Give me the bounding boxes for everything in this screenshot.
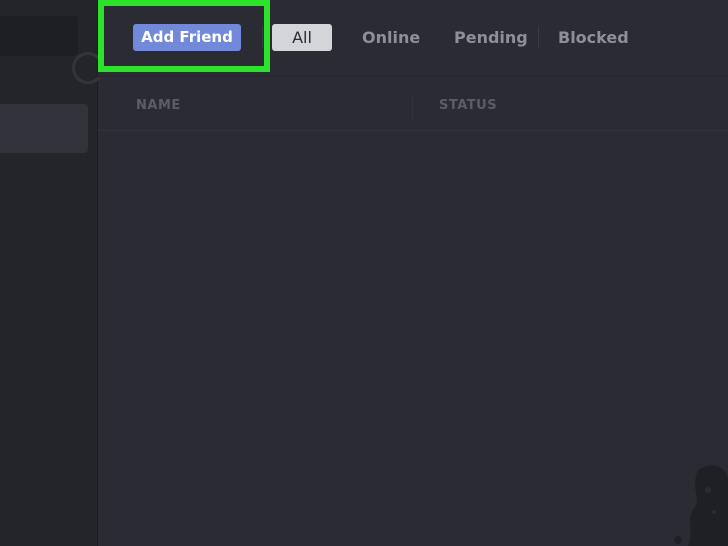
sidebar-search-field[interactable] (0, 16, 78, 56)
sidebar-item-selected[interactable] (0, 104, 88, 153)
table-header (98, 76, 728, 131)
decorative-illustration (674, 465, 728, 546)
tab-pending[interactable]: Pending (454, 24, 528, 51)
tab-divider (262, 26, 263, 48)
friends-window: Add Friend All Online Pending Blocked NA… (0, 0, 728, 546)
tab-online[interactable]: Online (362, 24, 420, 51)
column-divider[interactable] (412, 96, 413, 118)
column-header-name[interactable]: NAME (136, 98, 181, 113)
tab-blocked[interactable]: Blocked (558, 24, 629, 51)
annotation-highlight-box (98, 0, 270, 72)
tab-all[interactable]: All (272, 24, 332, 51)
tab-divider (538, 26, 539, 48)
column-header-status[interactable]: STATUS (439, 98, 497, 113)
